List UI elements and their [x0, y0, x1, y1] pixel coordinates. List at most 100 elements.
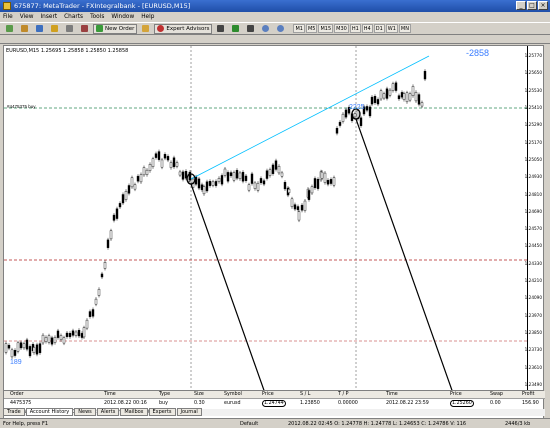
menu-charts[interactable]: Charts [64, 14, 83, 20]
candle-body [112, 214, 116, 221]
menu-file[interactable]: File [3, 14, 13, 20]
tab-trade[interactable]: Trade [3, 408, 25, 416]
history-col-header[interactable]: Time [386, 392, 398, 397]
history-col-header[interactable]: T / P [338, 392, 349, 397]
candle-body [229, 172, 233, 177]
candle-body [388, 89, 392, 96]
tab-news[interactable]: News [74, 408, 96, 416]
minimize-button[interactable]: _ [516, 1, 526, 10]
close-button[interactable]: × [538, 1, 548, 10]
main-toolbar: New Order Expert Advisors M1 M5 M15 M30 … [0, 22, 550, 35]
tab-experts[interactable]: Experts [148, 408, 176, 416]
tf-m1[interactable]: M1 [293, 24, 305, 33]
candle-body [32, 347, 36, 353]
tf-h4[interactable]: H4 [361, 24, 373, 33]
candle-body [124, 191, 128, 200]
tf-m5[interactable]: M5 [305, 24, 318, 33]
candle-body [47, 335, 51, 343]
maximize-button[interactable]: □ [527, 1, 537, 10]
annotation-right: -2858 [466, 48, 489, 58]
tester-button[interactable] [78, 24, 91, 34]
history-col-header[interactable]: Time [104, 392, 116, 397]
terminal-icon [66, 25, 73, 32]
candle-body [82, 327, 86, 338]
candle-body [313, 178, 317, 189]
menu-window[interactable]: Window [111, 14, 134, 20]
new-chart-button[interactable] [3, 24, 16, 34]
history-col-header[interactable]: Symbol [224, 392, 242, 397]
order-level-label: #4475375 buy [7, 104, 36, 109]
candle-body [28, 346, 32, 357]
candle-body [297, 211, 301, 221]
new-order-button[interactable]: New Order [93, 23, 138, 34]
candle-body [283, 181, 287, 190]
price-tick: 1.24330 [524, 260, 542, 266]
candle-body [217, 178, 221, 182]
candle-body [19, 342, 23, 349]
candle-body [202, 186, 206, 195]
candle-body [109, 230, 113, 240]
price-tick: 1.25770 [524, 53, 542, 58]
zoom-in-button[interactable] [259, 24, 272, 34]
tf-m30[interactable]: M30 [334, 24, 349, 33]
metaeditor-button[interactable] [139, 24, 152, 34]
candle-body [280, 172, 284, 177]
tab-mailbox[interactable]: Mailbox [120, 408, 148, 416]
tf-h1[interactable]: H1 [349, 24, 361, 33]
app-icon [3, 2, 11, 10]
candle-body [397, 95, 401, 100]
price-tick: 1.24450 [524, 243, 542, 249]
price-chart[interactable]: #4475375 buy 189 2225 -2858 EURUSD,M15 1.25… [3, 45, 544, 403]
bar-chart-icon [217, 25, 225, 32]
tf-d1[interactable]: D1 [373, 24, 385, 33]
tf-mn[interactable]: MN [398, 24, 411, 33]
candle-body [41, 334, 45, 344]
line-chart-button[interactable] [244, 24, 257, 34]
candle-body [163, 154, 167, 159]
history-col-header[interactable]: Profit [522, 392, 535, 397]
candle-body [417, 94, 421, 105]
tf-m15[interactable]: M15 [318, 24, 334, 33]
history-col-header[interactable]: Size [194, 392, 204, 397]
chart-info: EURUSD,M15 1.25695 1.25858 1.25850 1.258… [6, 48, 129, 54]
tf-w1[interactable]: W1 [385, 24, 398, 33]
history-col-header[interactable]: Swap [490, 392, 503, 397]
candle-body [94, 298, 98, 305]
zoom-out-button[interactable] [274, 24, 287, 34]
menu-tools[interactable]: Tools [90, 14, 104, 20]
history-col-header[interactable]: Price [262, 392, 274, 397]
menu-view[interactable]: View [20, 14, 34, 20]
terminal-button[interactable] [63, 24, 76, 34]
price-tick: 1.25170 [524, 139, 542, 145]
candle-body [197, 178, 201, 189]
candle-body [181, 171, 185, 180]
history-col-header[interactable]: Price [450, 392, 462, 397]
navigator-button[interactable] [48, 24, 61, 34]
bar-chart-button[interactable] [214, 24, 227, 34]
timeframe-bar: M1 M5 M15 M30 H1 H4 D1 W1 MN [293, 24, 411, 33]
candle-body [394, 82, 398, 91]
candle-body [59, 335, 63, 340]
candle-body [250, 173, 254, 184]
menu-help[interactable]: Help [141, 14, 154, 20]
market-watch-button[interactable] [33, 24, 46, 34]
history-col-header[interactable]: Order [10, 392, 24, 397]
candle-body [53, 337, 57, 343]
expert-advisors-icon [157, 25, 165, 32]
candle-body [411, 86, 415, 96]
history-row[interactable]: 4475375 2012.08.22 00:16 buy 0.30 eurusd 1.24… [4, 400, 545, 408]
candle-body [414, 92, 418, 102]
candle-chart-button[interactable] [229, 24, 242, 34]
candle-body [262, 180, 266, 185]
annotation-mid: 2225 [349, 104, 365, 111]
history-col-header[interactable]: S / L [300, 392, 310, 397]
terminal-tabs: Trade Account History News Alerts Mailbo… [3, 408, 202, 416]
tab-journal[interactable]: Journal [176, 408, 202, 416]
menu-insert[interactable]: Insert [40, 14, 57, 20]
expert-advisors-button[interactable]: Expert Advisors [154, 23, 213, 34]
tab-alerts[interactable]: Alerts [96, 408, 120, 416]
tab-account-history[interactable]: Account History [25, 408, 74, 416]
history-col-header[interactable]: Type [159, 392, 170, 397]
profiles-button[interactable] [18, 24, 31, 34]
candle-body [241, 171, 245, 182]
